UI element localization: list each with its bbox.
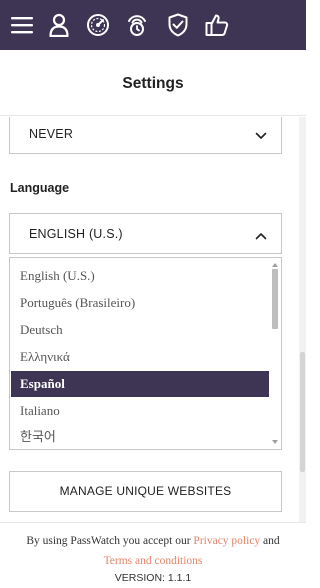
tracking-icon[interactable]	[125, 12, 149, 38]
previous-setting-value: NEVER	[29, 127, 74, 141]
chevron-up-icon	[255, 228, 267, 246]
terms-and-text: and	[263, 535, 280, 547]
footer: By using PassWatch you accept our Privac…	[0, 522, 306, 588]
language-option-spanish[interactable]: Español	[11, 371, 270, 397]
language-label: Language	[10, 181, 70, 195]
language-option-italian[interactable]: Italiano	[11, 398, 270, 424]
language-option-german[interactable]: Deutsch	[11, 317, 270, 343]
terms-and-conditions-link[interactable]: Terms and conditions	[104, 555, 203, 567]
version-text: VERSION: 1.1.1	[114, 572, 192, 584]
manage-unique-websites-button[interactable]: MANAGE UNIQUE WEBSITES	[9, 471, 282, 512]
previous-setting-select[interactable]: NEVER	[9, 117, 282, 154]
page-scrollbar-thumb[interactable]	[300, 352, 305, 472]
top-navigation-bar	[0, 0, 306, 50]
language-option-portuguese[interactable]: Português (Brasileiro)	[11, 290, 270, 316]
language-option-greek[interactable]: Ελληνικά	[11, 344, 270, 370]
thumbs-up-icon[interactable]	[205, 12, 229, 38]
dropdown-scrollbar[interactable]	[269, 258, 281, 449]
language-select[interactable]: ENGLISH (U.S.)	[9, 213, 282, 254]
scroll-up-arrow-icon[interactable]	[272, 263, 278, 267]
settings-header: Settings	[0, 50, 306, 116]
language-option-english[interactable]: English (U.S.)	[11, 263, 270, 289]
language-option-korean[interactable]: 한국어	[11, 424, 270, 449]
dashboard-icon[interactable]	[86, 12, 110, 38]
shield-check-icon[interactable]	[166, 12, 190, 38]
chevron-down-icon	[255, 128, 267, 146]
settings-content: NEVER Language ENGLISH (U.S.) English (U…	[0, 117, 306, 522]
language-select-value: ENGLISH (U.S.)	[29, 227, 123, 241]
scroll-down-arrow-icon[interactable]	[272, 440, 278, 444]
privacy-policy-link[interactable]: Privacy policy	[193, 535, 260, 547]
dropdown-scrollbar-thumb[interactable]	[272, 269, 278, 329]
page-title: Settings	[122, 75, 184, 92]
hamburger-menu-icon[interactable]	[10, 12, 34, 38]
page-scrollbar[interactable]	[299, 117, 306, 522]
terms-notice: By using PassWatch you accept our Privac…	[8, 531, 298, 571]
language-dropdown-list[interactable]: English (U.S.) Português (Brasileiro) De…	[9, 257, 282, 450]
terms-prefix-text: By using PassWatch you accept our	[26, 535, 191, 547]
user-icon[interactable]	[47, 12, 71, 38]
